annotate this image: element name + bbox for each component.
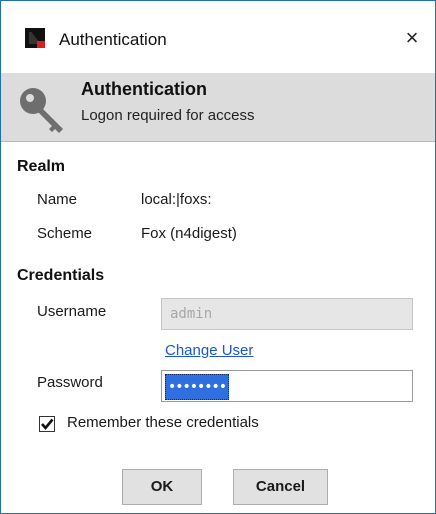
title-bar: Authentication ×: [1, 1, 435, 73]
remember-label[interactable]: Remember these credentials: [67, 414, 259, 431]
header-divider: [1, 141, 435, 142]
key-icon: [17, 85, 69, 137]
app-logo-icon: [25, 28, 45, 48]
username-field: admin: [161, 298, 413, 330]
realm-scheme-label: Scheme: [37, 225, 93, 242]
banner-title: Authentication: [81, 79, 207, 99]
password-field[interactable]: ••••••••: [161, 370, 413, 402]
realm-name-label: Name: [37, 191, 78, 208]
username-label: Username: [37, 303, 107, 320]
banner-subtitle: Logon required for access: [81, 107, 255, 124]
checkmark-icon: [41, 418, 54, 431]
change-user-link[interactable]: Change User: [165, 342, 253, 359]
header-banner: Authentication Logon required for access: [1, 73, 435, 141]
credentials-heading: Credentials: [17, 267, 105, 284]
close-button[interactable]: ×: [397, 23, 427, 53]
password-label: Password: [37, 374, 103, 391]
cancel-button[interactable]: Cancel: [233, 469, 328, 505]
authentication-dialog: Authentication × Authentication Logon re…: [0, 0, 436, 514]
password-mask: ••••••••: [165, 374, 230, 400]
remember-checkbox[interactable]: [39, 416, 55, 432]
ok-button[interactable]: OK: [122, 469, 202, 505]
realm-name-value: local:|foxs:: [141, 191, 212, 208]
realm-scheme-value: Fox (n4digest): [141, 225, 237, 242]
realm-heading: Realm: [17, 158, 66, 175]
window-title: Authentication: [59, 30, 167, 49]
close-icon: ×: [405, 25, 419, 50]
